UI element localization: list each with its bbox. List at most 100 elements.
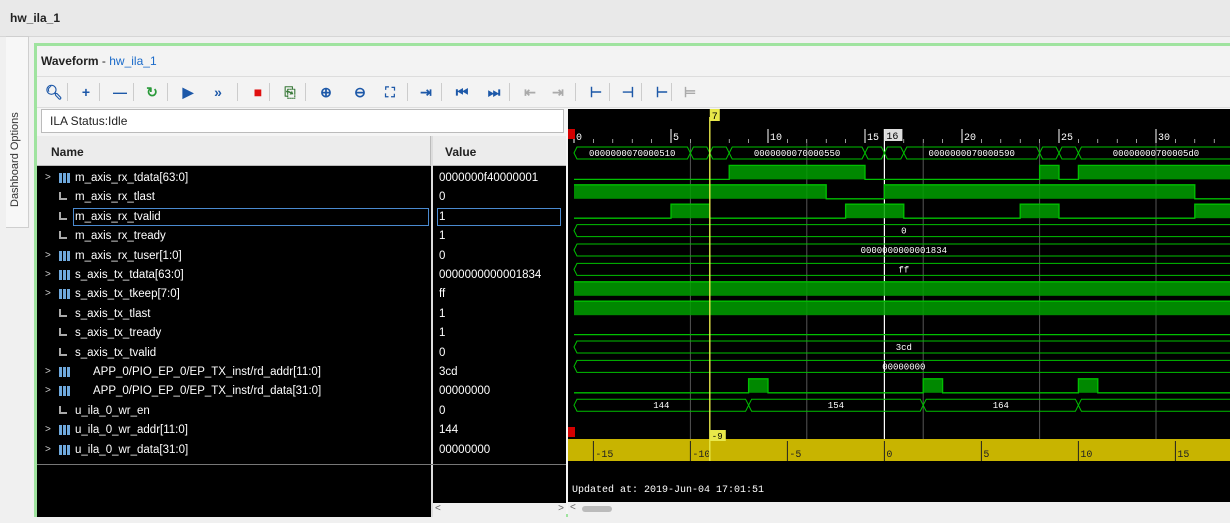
bus-value-label: 00000000 [882, 362, 925, 372]
scroll-left-arrow[interactable]: < [570, 502, 576, 513]
window-title[interactable]: hw_ila_1 [10, 11, 60, 25]
value-column-header[interactable]: Value [433, 136, 566, 166]
panel-subtitle-link[interactable]: hw_ila_1 [109, 54, 156, 68]
expand-chevron-icon[interactable]: > [45, 385, 51, 396]
waveform-panel: Waveform - hw_ila_1 🔍︎ + — ↻ ▶ » ■ ⎘ ⊕ ⊖ ⛶ ⇥ ⏮ ⏭ ⇤ ⇥ ⊢ ⊣ ⊢… [34, 43, 1230, 517]
waveform-canvas[interactable]: 0 5 10 15 20 25 30 16 0000000070000510 0000000070… [568, 109, 1230, 517]
ruler-tick-label: 0 [576, 133, 582, 144]
expand-chevron-icon[interactable]: > [45, 424, 51, 435]
bit-waveform [574, 378, 1230, 394]
signal-row[interactable]: > u_ila_0_wr_addr[11:0] 144 [37, 421, 566, 440]
expand-chevron-icon[interactable]: > [45, 444, 51, 455]
waveform-svg[interactable]: 0 5 10 15 20 25 30160000000070000510 0000000070… [568, 109, 1230, 502]
prev-transition-button[interactable]: ⇤ [519, 81, 541, 103]
refresh-button[interactable]: ↻ [141, 81, 163, 103]
plus-button[interactable]: + [75, 81, 97, 103]
signal-value: 0000000f40000001 [439, 172, 539, 184]
signal-name: s_axis_tx_tkeep[7:0] [75, 288, 180, 301]
signal-row[interactable]: > m_axis_rx_tdata[63:0] 0000000f40000001 [37, 169, 566, 188]
zoom-out-button[interactable]: ⊖ [349, 81, 371, 103]
name-column-header[interactable]: Name [37, 136, 431, 166]
signal-name: s_axis_tx_tlast [75, 307, 151, 320]
prev-transition-icon: ⇤ [524, 83, 536, 100]
run-button[interactable]: ▶ [177, 81, 199, 103]
bus-signal-icon [59, 250, 70, 261]
zoom-in-icon: ⊕ [320, 83, 332, 100]
relative-tick-label: -15 [595, 450, 613, 461]
minus-button[interactable]: — [109, 81, 131, 103]
goto-cursor-button[interactable]: ⇥ [415, 81, 437, 103]
signal-name: APP_0/PIO_EP_0/EP_TX_inst/rd_addr[11:0] [93, 366, 322, 378]
run-immediate-button[interactable]: » [207, 81, 229, 103]
expand-chevron-icon[interactable]: > [45, 250, 51, 261]
relative-tick-label: 0 [886, 450, 892, 461]
export-button[interactable]: ⎘ [279, 81, 301, 103]
signal-row[interactable]: > u_ila_0_wr_data[31:0] 00000000 [37, 441, 566, 460]
signal-name: APP_0/PIO_EP_0/EP_TX_inst/rd_data[31:0] [93, 385, 322, 398]
next-transition-button[interactable]: ⇥ [547, 81, 569, 103]
stop-button[interactable]: ■ [247, 81, 269, 103]
toolbar-separator [575, 83, 576, 101]
signal-name: m_axis_rx_tvalid [75, 210, 161, 223]
signal-value: 0000000000001834 [439, 269, 542, 281]
signal-row[interactable]: > s_axis_tx_tkeep[7:0] ff [37, 285, 566, 304]
signal-row[interactable]: s_axis_tx_tvalid 0 [37, 344, 566, 363]
relative-tick-label: -10 [692, 450, 710, 461]
goto-cursor-icon: ⇥ [420, 83, 432, 100]
relative-tick-label: 5 [983, 450, 989, 461]
bus-segment [1039, 146, 1060, 160]
signal-row[interactable]: > APP_0/PIO_EP_0/EP_TX_inst/rd_addr[11:0]… [37, 363, 566, 382]
signal-value: 00000000 [439, 443, 491, 456]
signal-value: ff [439, 288, 446, 301]
plus-icon: + [81, 84, 91, 100]
expand-chevron-icon[interactable]: > [45, 269, 51, 280]
signal-row[interactable]: s_axis_tx_tready 1 [37, 324, 566, 343]
dashboard-options-tab[interactable]: Dashboard Options [6, 36, 29, 228]
signal-row[interactable]: > APP_0/PIO_EP_0/EP_TX_inst/rd_data[31:0]… [37, 382, 566, 401]
bus-value-label: 164 [993, 401, 1009, 411]
stop-icon: ■ [253, 84, 263, 100]
expand-chevron-icon[interactable]: > [45, 172, 51, 183]
updated-at-text: Updated at: 2019-Jun-04 17:01:51 [572, 484, 764, 496]
zoom-fit-button[interactable]: ⛶ [379, 81, 401, 103]
next-marker-button[interactable]: ⊢ [651, 81, 673, 103]
prev-marker-icon: ⊣ [621, 83, 635, 100]
signal-value: 1 [439, 210, 446, 223]
cursor-delta-label: -9 [712, 432, 723, 442]
expand-chevron-icon[interactable]: > [45, 366, 51, 377]
toolbar-separator [441, 83, 442, 101]
signal-name: m_axis_rx_tdata[63:0] [75, 172, 189, 184]
bus-signal-icon [59, 425, 70, 436]
signal-row[interactable]: > s_axis_tx_tdata[63:0] 0000000000001834 [37, 266, 566, 285]
zoom-in-button[interactable]: ⊕ [315, 81, 337, 103]
value-hscrollbar[interactable]: < > [433, 503, 566, 517]
waveform-hscrollbar[interactable]: < [568, 502, 1230, 517]
bit-high-fill [574, 301, 1230, 316]
goto-end-button[interactable]: ⏭ [483, 81, 505, 103]
signal-row[interactable]: m_axis_rx_tready 1 [37, 227, 566, 246]
signal-value: 0 [439, 191, 446, 204]
signal-row[interactable]: s_axis_tx_tlast 1 [37, 305, 566, 324]
bus-value-label: 3cd [896, 343, 912, 353]
signal-row[interactable]: m_axis_rx_tlast 0 [37, 188, 566, 207]
search-button[interactable]: 🔍︎ [43, 81, 65, 103]
signal-value: 0 [439, 404, 446, 417]
bit-high-fill [845, 204, 904, 219]
swap-cursors-button[interactable]: ⊨ [679, 81, 701, 103]
scroll-thumb[interactable] [582, 506, 612, 512]
window-tab-bar: hw_ila_1 [0, 0, 1230, 37]
run-immediate-icon: » [214, 84, 222, 100]
signal-row[interactable]: m_axis_rx_tvalid 1 [37, 207, 566, 227]
expand-chevron-icon[interactable]: > [45, 288, 51, 299]
bit-high-fill [1020, 204, 1059, 219]
prev-marker-button[interactable]: ⊣ [617, 81, 639, 103]
ruler-tick-label: 25 [1061, 133, 1073, 144]
add-marker-button[interactable]: ⊢ [585, 81, 607, 103]
bus-value-label: 0000000000001834 [861, 246, 947, 256]
swap-cursors-icon: ⊨ [683, 83, 697, 100]
toolbar-separator [67, 83, 68, 101]
toolbar-separator [609, 83, 610, 101]
signal-row[interactable]: > m_axis_rx_tuser[1:0] 0 [37, 247, 566, 266]
goto-start-button[interactable]: ⏮ [451, 81, 473, 103]
signal-row[interactable]: u_ila_0_wr_en 0 [37, 402, 566, 421]
